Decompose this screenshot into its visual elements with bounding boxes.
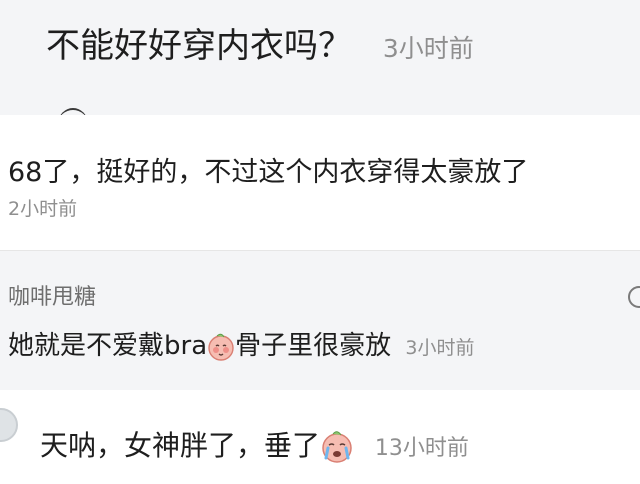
reply-3-line: 天呐，女神胖了，垂了 13小时前	[40, 427, 469, 468]
reply-2-line: 她就是不爱戴bra 骨子里很豪放 3小时前	[8, 328, 475, 366]
crying-face-emoji-icon	[322, 431, 352, 463]
reply-1-text: 68了，挺好的，不过这个内衣穿得太豪放了	[8, 157, 529, 188]
reply-2-text-after: 骨子里很豪放	[235, 331, 392, 361]
reply-2-author[interactable]: 咖啡甩糖	[8, 283, 96, 313]
reply-3-time: 13小时前	[374, 436, 469, 461]
reply-2-card[interactable]	[0, 251, 640, 390]
reply-3-text: 天呐，女神胖了，垂了	[40, 429, 321, 462]
blushing-face-emoji-icon	[208, 333, 234, 361]
reply-2-time: 3小时前	[405, 337, 475, 359]
reply-2-text-before: 她就是不爱戴bra	[8, 331, 208, 361]
top-comment-time: 3小时前	[382, 34, 474, 63]
reply-1-time: 2小时前	[8, 198, 78, 220]
top-comment-line: 不能好好穿内衣吗？ 3小时前	[46, 24, 474, 71]
top-comment-text: 不能好好穿内衣吗？	[46, 26, 352, 66]
